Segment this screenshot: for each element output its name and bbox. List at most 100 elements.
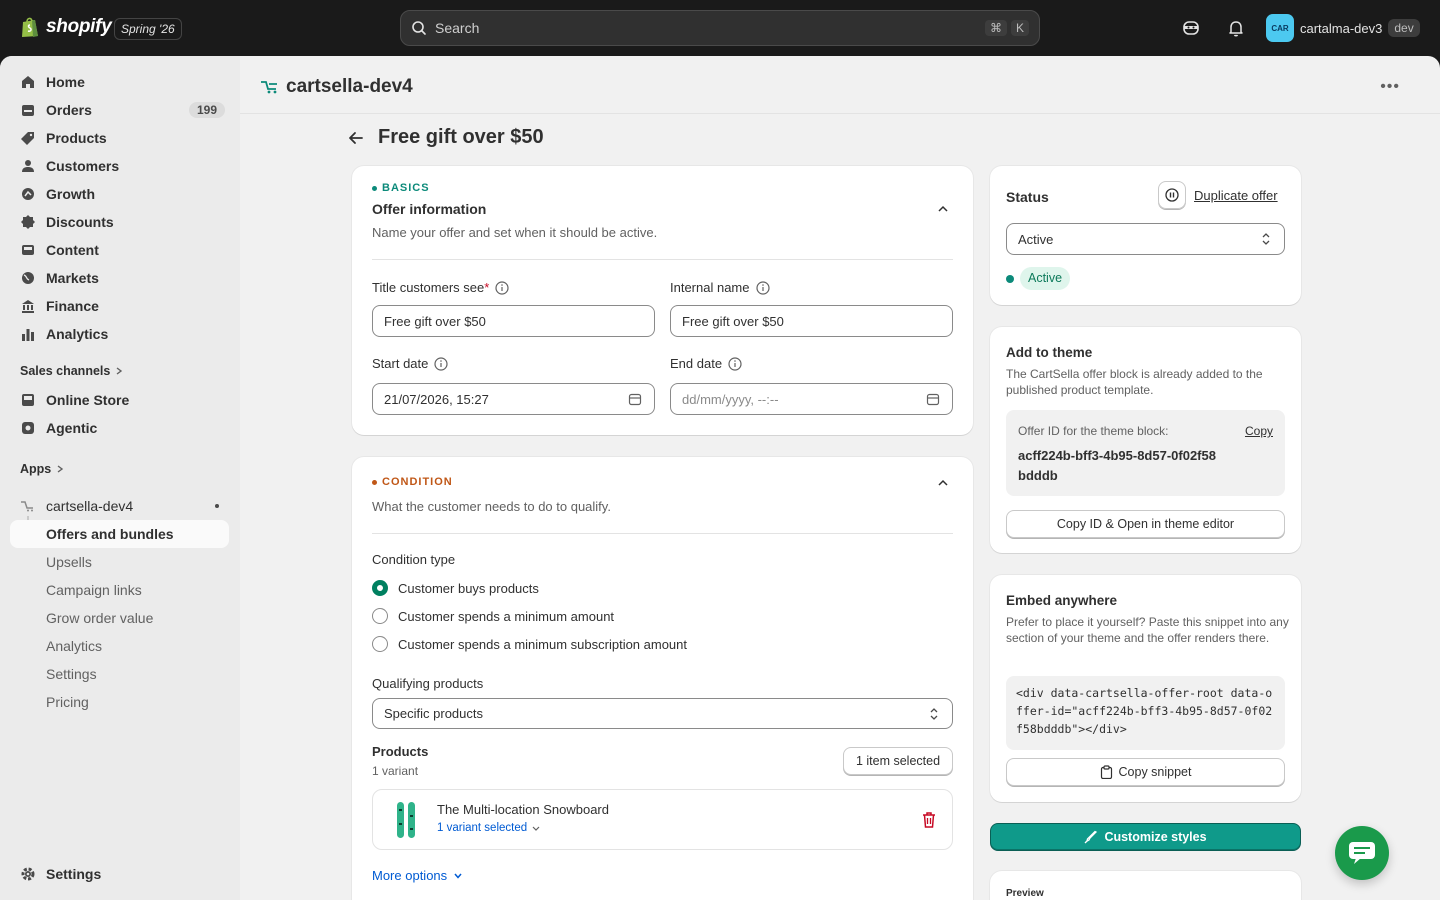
- radio-option[interactable]: Customer spends a minimum amount: [372, 608, 614, 624]
- tag-icon: [20, 130, 36, 146]
- basics-card: BASICS Offer information Name your offer…: [352, 166, 973, 435]
- copy-id-link[interactable]: Copy: [1245, 424, 1273, 438]
- pause-icon: [1165, 188, 1179, 202]
- search-bar[interactable]: Search ⌘ K: [400, 10, 1040, 46]
- nav-growth[interactable]: Growth: [10, 180, 229, 208]
- shopify-logo[interactable]: shopify: [20, 16, 112, 38]
- title-input[interactable]: Free gift over $50: [372, 305, 655, 337]
- open-theme-editor-button[interactable]: Copy ID & Open in theme editor: [1006, 510, 1285, 538]
- bell-icon[interactable]: [1226, 18, 1246, 38]
- calendar-icon[interactable]: [926, 392, 940, 406]
- condition-eyebrow: CONDITION: [372, 476, 453, 488]
- agentic-icon: [20, 420, 36, 436]
- growth-icon: [20, 186, 36, 202]
- required-mark: *: [484, 280, 490, 295]
- orders-count: 199: [188, 102, 225, 118]
- nav-orders[interactable]: Orders 199: [10, 96, 229, 124]
- content-icon: [20, 242, 36, 258]
- status-title: Status: [1006, 189, 1049, 205]
- nav-products[interactable]: Products: [10, 124, 229, 152]
- nav-settings[interactable]: Settings: [10, 860, 229, 888]
- nav-content[interactable]: Content: [10, 236, 229, 264]
- nav-analytics[interactable]: Analytics: [10, 320, 229, 348]
- end-date-input[interactable]: dd/mm/yyyy, --:--: [670, 383, 953, 415]
- sub-analytics[interactable]: Analytics: [10, 632, 229, 660]
- variant-selector[interactable]: 1 variant selected: [437, 822, 541, 834]
- start-date-input[interactable]: 21/07/2026, 15:27: [372, 383, 655, 415]
- sub-pricing[interactable]: Pricing: [10, 688, 229, 716]
- embed-snippet[interactable]: <div data-cartsella-offer-root data-offe…: [1006, 676, 1285, 750]
- sales-channels-heading[interactable]: Sales channels: [20, 364, 124, 378]
- nav-label: Home: [46, 74, 85, 90]
- internal-name-input[interactable]: Free gift over $50: [670, 305, 953, 337]
- collapse-chevron-icon[interactable]: [937, 477, 949, 489]
- info-icon[interactable]: [755, 280, 770, 295]
- nav-discounts[interactable]: Discounts: [10, 208, 229, 236]
- home-icon: [20, 74, 36, 90]
- apps-heading[interactable]: Apps: [20, 462, 65, 476]
- sidekick-icon[interactable]: [1181, 18, 1201, 38]
- basics-title: Offer information: [372, 201, 487, 217]
- copy-snippet-button[interactable]: Copy snippet: [1006, 758, 1285, 786]
- chevron-right-icon: [57, 465, 64, 473]
- nav-markets[interactable]: Markets: [10, 264, 229, 292]
- trash-icon[interactable]: [922, 812, 936, 828]
- start-date-label: Start date: [372, 356, 448, 371]
- radio-label: Customer spends a minimum subscription a…: [398, 636, 688, 652]
- clipboard-icon: [1100, 765, 1112, 779]
- radio-option[interactable]: Customer spends a minimum subscription a…: [372, 636, 687, 652]
- customize-styles-button[interactable]: Customize styles: [990, 823, 1301, 851]
- brush-icon: [1084, 830, 1098, 844]
- radio-option[interactable]: Customer buys products: [372, 580, 539, 596]
- internal-name-label: Internal name: [670, 280, 770, 295]
- nav-app-cartsella[interactable]: cartsella-dev4: [10, 492, 229, 520]
- calendar-icon[interactable]: [628, 392, 642, 406]
- user-menu[interactable]: CAR cartalma-dev3 dev: [1266, 14, 1420, 42]
- copy-snippet-label: Copy snippet: [1118, 765, 1192, 779]
- radio-button[interactable]: [372, 636, 388, 652]
- chevron-down-icon: [532, 826, 540, 831]
- eyebrow-text: CONDITION: [382, 476, 453, 488]
- radio-button[interactable]: [372, 608, 388, 624]
- status-card: Status Duplicate offer Active Active: [990, 166, 1301, 305]
- sub-offers-bundles[interactable]: Offers and bundles: [10, 520, 229, 548]
- sub-upsells[interactable]: Upsells: [10, 548, 229, 576]
- chat-button[interactable]: [1335, 826, 1389, 880]
- nav-finance[interactable]: Finance: [10, 292, 229, 320]
- nav-label: Settings: [46, 866, 102, 882]
- apps-label: Apps: [20, 462, 52, 476]
- collapse-chevron-icon[interactable]: [937, 203, 949, 215]
- search-input[interactable]: Search: [435, 20, 981, 36]
- info-icon[interactable]: [495, 280, 509, 295]
- sub-campaign-links[interactable]: Campaign links: [10, 576, 229, 604]
- back-arrow-icon[interactable]: [348, 130, 364, 146]
- sub-settings[interactable]: Settings: [10, 660, 229, 688]
- duplicate-offer-link[interactable]: Duplicate offer: [1194, 188, 1278, 203]
- brand-name: shopify: [46, 16, 112, 37]
- shortcut-key: K: [1010, 20, 1029, 36]
- store-name: cartalma-dev3: [1300, 20, 1383, 36]
- eyebrow-dot: [372, 479, 377, 485]
- nav-agentic[interactable]: Agentic: [10, 414, 229, 442]
- info-icon[interactable]: [728, 356, 742, 371]
- status-select[interactable]: Active: [1006, 223, 1285, 255]
- nav-home[interactable]: Home: [10, 68, 229, 96]
- pause-button[interactable]: [1158, 181, 1186, 209]
- search-icon: [412, 21, 426, 35]
- info-icon[interactable]: [434, 356, 448, 371]
- nav-online-store[interactable]: Online Store: [10, 386, 229, 414]
- nav-label: Content: [46, 242, 99, 258]
- sales-channels-label: Sales channels: [20, 364, 111, 378]
- radio-button[interactable]: [372, 580, 388, 596]
- items-selected-button[interactable]: 1 item selected: [843, 747, 953, 775]
- sub-grow-order-value[interactable]: Grow order value: [10, 604, 229, 632]
- end-date-label: End date: [670, 356, 742, 371]
- nav-customers[interactable]: Customers: [10, 152, 229, 180]
- qualifying-value: Specific products: [384, 706, 483, 721]
- more-options-link[interactable]: More options: [372, 868, 463, 883]
- more-actions-icon[interactable]: •••: [1380, 78, 1400, 96]
- qualifying-select[interactable]: Specific products: [372, 698, 953, 729]
- main-frame: Home Orders 199 Products Customers Growt…: [0, 56, 1440, 900]
- theme-card: Add to theme The CartSella offer block i…: [990, 327, 1301, 553]
- theme-title: Add to theme: [1006, 345, 1093, 360]
